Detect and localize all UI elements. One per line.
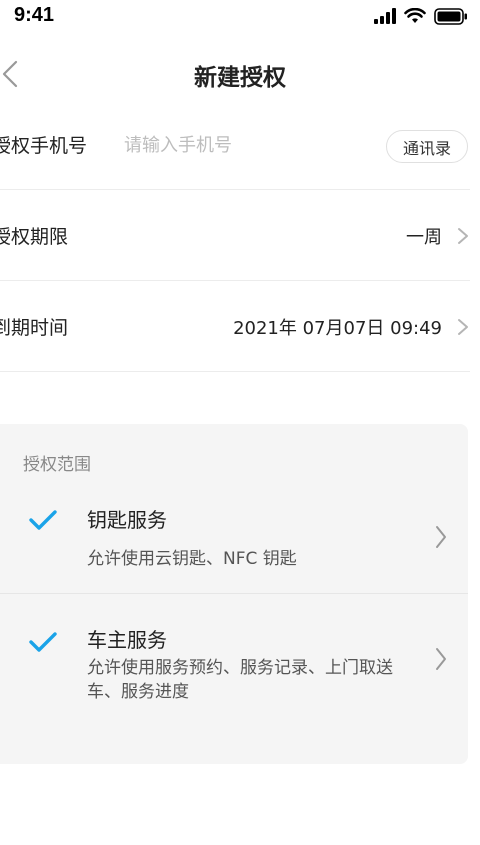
scope-item-name: 钥匙服务: [87, 508, 167, 532]
phone-input[interactable]: [124, 126, 354, 164]
signal-icon: [374, 8, 396, 24]
chevron-right-icon: [436, 648, 446, 670]
expiry-row[interactable]: 到期时间 2021年 07月07日 09:49: [0, 282, 470, 372]
period-value: 一周: [406, 226, 442, 248]
status-time: 9:41: [14, 4, 55, 26]
contacts-button[interactable]: 通讯录: [385, 130, 468, 163]
scope-item-key-service[interactable]: 钥匙服务 允许使用云钥匙、NFC 钥匙: [0, 494, 468, 594]
scope-item-desc: 允许使用云钥匙、NFC 钥匙: [87, 549, 297, 569]
wifi-icon: [404, 8, 426, 23]
battery-icon: [434, 7, 467, 25]
scope-title: 授权范围: [23, 455, 91, 475]
status-icons: [374, 6, 468, 26]
scope-item-desc: 允许使用服务预约、服务记录、上门取送车、服务进度: [87, 658, 393, 702]
check-icon[interactable]: [28, 630, 58, 654]
period-label: 授权期限: [0, 226, 69, 248]
period-row[interactable]: 授权期限 一周: [0, 191, 470, 281]
chevron-right-icon: [458, 319, 468, 335]
expiry-label: 到期时间: [0, 317, 69, 339]
expiry-value: 2021年 07月07日 09:49: [233, 317, 442, 339]
scope-item-owner-service[interactable]: 车主服务 允许使用服务预约、服务记录、上门取送车、服务进度: [0, 614, 468, 724]
chevron-right-icon: [436, 526, 446, 548]
page-title: 新建授权: [194, 65, 286, 91]
phone-row: 授权手机号 通讯录: [0, 100, 470, 190]
scope-card: 授权范围 钥匙服务 允许使用云钥匙、NFC 钥匙 车主服务 允许使用服务预约、服…: [0, 424, 468, 764]
check-icon[interactable]: [28, 508, 58, 532]
phone-label: 授权手机号: [0, 135, 88, 157]
scope-item-name: 车主服务: [87, 628, 167, 652]
chevron-right-icon: [458, 228, 468, 244]
nav-bar: 新建授权: [0, 40, 480, 108]
status-bar: 9:41: [0, 0, 480, 32]
